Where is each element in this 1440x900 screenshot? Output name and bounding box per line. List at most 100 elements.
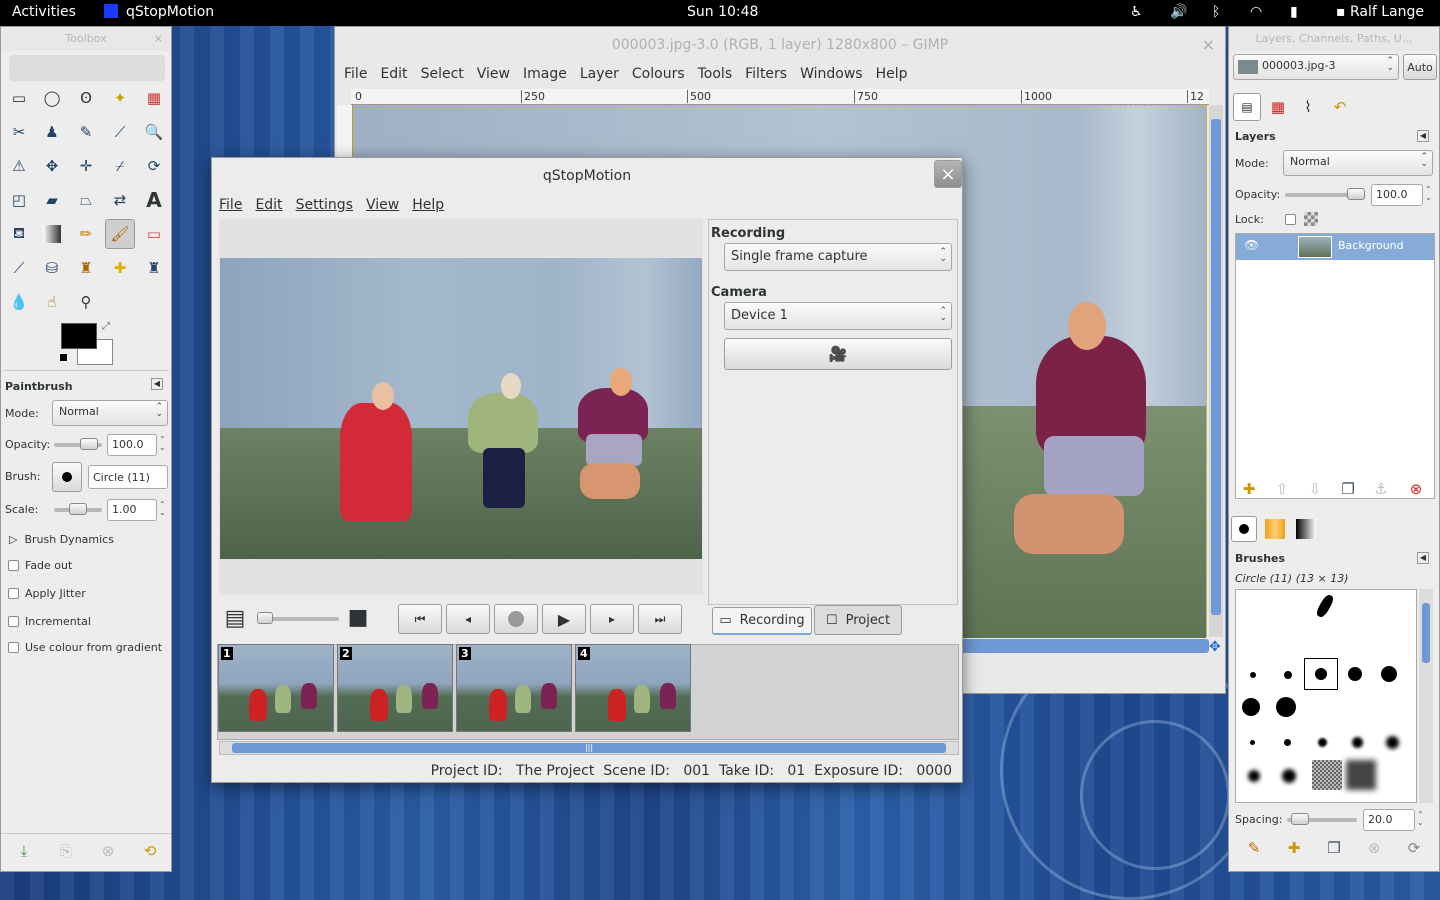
menu-layer[interactable]: Layer [580, 66, 619, 82]
menu-windows[interactable]: Windows [800, 66, 863, 82]
tab-paths[interactable]: ⌇ [1295, 94, 1321, 120]
fuzzy-select-icon[interactable]: ✦ [107, 85, 133, 111]
ink-icon[interactable]: ⛁ [39, 255, 65, 281]
text-icon[interactable]: A [141, 187, 167, 213]
apply-jitter-checkbox[interactable] [8, 588, 19, 599]
image-select[interactable]: 000003.jpg-3 ⌃ ⌄ [1233, 54, 1399, 80]
navigate-icon[interactable]: ✥ [1209, 639, 1221, 655]
color-picker-icon[interactable]: ⟋ [107, 119, 133, 145]
menu-select[interactable]: Select [421, 66, 464, 82]
frame-thumbnail[interactable]: 1 [218, 644, 334, 732]
brush-preview[interactable] [1250, 672, 1256, 678]
new-brush-icon[interactable]: ✚ [1281, 835, 1307, 861]
close-icon[interactable]: × [154, 27, 163, 51]
user-menu[interactable]: ▪ Ralf Lange [1336, 4, 1424, 20]
frame-mode-icon[interactable]: ▤ [222, 605, 248, 631]
layer-opacity-handle[interactable] [1347, 188, 1365, 200]
tab-brushes[interactable] [1231, 516, 1257, 542]
foreground-select-icon[interactable]: ♟ [39, 119, 65, 145]
frame-thumbnail[interactable]: 2 [337, 644, 453, 732]
free-select-icon[interactable]: ʘ [73, 85, 99, 111]
brush-preview[interactable] [1248, 770, 1260, 782]
frame-thumbnail[interactable]: 4 [575, 644, 691, 732]
brush-preview[interactable] [1250, 740, 1255, 745]
mix-slider-handle[interactable] [257, 612, 273, 624]
lower-layer-icon[interactable]: ⇩ [1302, 476, 1328, 502]
ellipse-select-icon[interactable]: ◯ [39, 85, 65, 111]
brush-preview[interactable] [1242, 698, 1260, 716]
horizontal-scrollbar[interactable]: ||| [219, 741, 959, 755]
scale-field[interactable]: 1.00 [107, 499, 157, 521]
opacity-slider-handle[interactable] [80, 438, 98, 450]
lock-alpha-icon[interactable] [1304, 212, 1318, 226]
scale-slider-handle[interactable] [69, 503, 87, 515]
mode-select[interactable]: Normal ⌃ ⌄ [52, 400, 168, 426]
tab-recording[interactable]: ▭ Recording [712, 607, 812, 635]
layer-row[interactable]: 👁 Background [1236, 234, 1434, 260]
brush-preview[interactable] [1352, 737, 1363, 748]
spin-arrows-icon[interactable]: ⌃ ⌄ [159, 436, 169, 452]
menu-view[interactable]: View [366, 197, 399, 213]
vertical-scrollbar[interactable] [1209, 105, 1223, 637]
frame-thumbnail[interactable]: 3 [456, 644, 572, 732]
horizontal-ruler[interactable]: 0 250 500 750 1000 12 [351, 89, 1209, 105]
heal-icon[interactable]: ✚ [107, 255, 133, 281]
menu-file[interactable]: File [344, 66, 367, 82]
brush-preview[interactable] [1315, 668, 1327, 680]
menu-edit[interactable]: Edit [380, 66, 407, 82]
spin-arrows-icon[interactable]: ⌃ ⌄ [1417, 811, 1427, 827]
visibility-eye-icon[interactable]: 👁 [1244, 238, 1259, 252]
next-frame-button[interactable]: ▸ [590, 604, 634, 634]
refresh-brushes-icon[interactable]: ⟳ [1401, 835, 1427, 861]
panel-menu-icon[interactable]: ◀ [151, 378, 163, 390]
panel-menu-icon[interactable]: ◀ [1417, 130, 1429, 142]
duplicate-layer-icon[interactable]: ❐ [1335, 476, 1361, 502]
wifi-icon[interactable]: ◠ [1250, 4, 1262, 20]
flip-icon[interactable]: ⇄ [107, 187, 133, 213]
capture-button[interactable] [494, 604, 538, 634]
rotate-icon[interactable]: ⟳ [141, 153, 167, 179]
brush-grid[interactable] [1235, 589, 1417, 803]
restore-options-icon[interactable]: ⎘ [53, 838, 79, 864]
play-button[interactable]: ▶ [542, 604, 586, 634]
blur-icon[interactable]: 💧 [6, 289, 32, 315]
scissors-icon[interactable]: ✂ [6, 119, 32, 145]
default-colors-icon[interactable] [59, 353, 68, 362]
menu-file[interactable]: File [219, 197, 242, 213]
previous-frame-button[interactable]: ◂ [446, 604, 490, 634]
bucket-fill-icon[interactable]: ⛾ [6, 221, 32, 247]
scrollbar-thumb[interactable] [1422, 603, 1430, 663]
brush-preview[interactable] [1386, 736, 1399, 749]
duplicate-brush-icon[interactable]: ❐ [1321, 835, 1347, 861]
spin-arrows-icon[interactable]: ⌃ ⌄ [159, 501, 169, 517]
reset-options-icon[interactable]: ⟲ [137, 838, 163, 864]
clock[interactable]: Sun 10:48 [687, 4, 758, 20]
anchor-layer-icon[interactable]: ⚓ [1368, 476, 1394, 502]
brush-grid-scrollbar[interactable] [1419, 589, 1433, 803]
scrollbar-thumb[interactable] [1211, 119, 1221, 615]
menu-image[interactable]: Image [523, 66, 567, 82]
menu-filters[interactable]: Filters [745, 66, 787, 82]
shear-icon[interactable]: ▰ [39, 187, 65, 213]
spin-arrows-icon[interactable]: ⌃ ⌄ [1425, 186, 1435, 202]
to-end-button[interactable]: ⏭ [638, 604, 682, 634]
delete-brush-icon[interactable]: ⊗ [1361, 835, 1387, 861]
brush-dynamics-expander[interactable]: ▷ Brush Dynamics [9, 533, 114, 546]
dodge-burn-icon[interactable]: ⚲ [73, 289, 99, 315]
blend-icon[interactable] [43, 225, 61, 243]
opacity-field[interactable]: 100.0 [107, 434, 157, 456]
tab-channels[interactable]: ▦ [1265, 94, 1291, 120]
align-icon[interactable]: ✛ [73, 153, 99, 179]
panel-menu-icon[interactable]: ◀ [1417, 552, 1429, 564]
perspective-icon[interactable]: ⏢ [73, 187, 99, 213]
battery-icon[interactable]: ▮ [1290, 4, 1298, 20]
measure-icon[interactable]: ⚠ [6, 153, 32, 179]
menu-help[interactable]: Help [876, 66, 908, 82]
crop-icon[interactable]: ⌿ [107, 153, 133, 179]
color-select-icon[interactable]: ▦ [141, 85, 167, 111]
perspective-clone-icon[interactable]: ♜ [141, 255, 167, 281]
save-options-icon[interactable]: ⤓ [11, 838, 37, 864]
brush-preview[interactable] [1348, 667, 1362, 681]
layer-mode-select[interactable]: Normal ⌃ ⌄ [1283, 150, 1433, 176]
brush-name-field[interactable]: Circle (11) [88, 465, 168, 489]
